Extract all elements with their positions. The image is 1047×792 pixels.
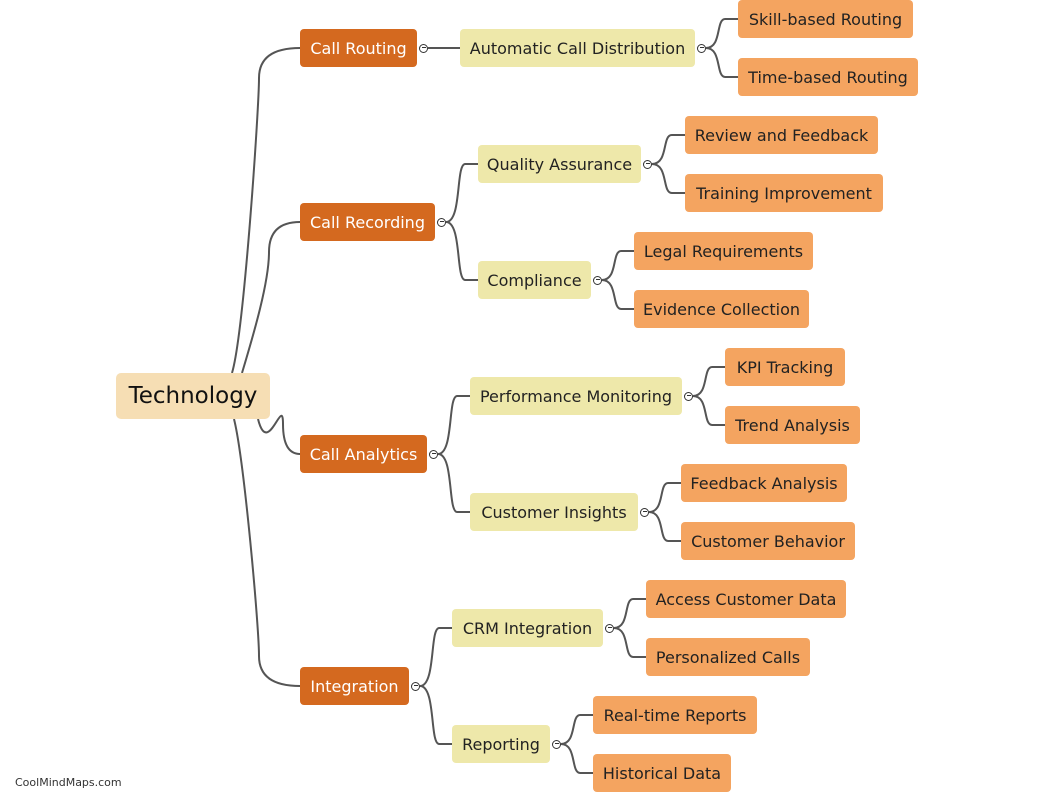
node-integration[interactable]: Integration (300, 667, 409, 705)
node-quality-assurance[interactable]: Quality Assurance (478, 145, 641, 183)
node-label: Trend Analysis (735, 415, 850, 435)
node-label: Time-based Routing (748, 67, 908, 87)
node-label: Reporting (462, 734, 540, 754)
node-historical-data[interactable]: Historical Data (593, 754, 731, 792)
node-label: Call Analytics (309, 444, 418, 464)
node-reporting[interactable]: Reporting (452, 725, 550, 763)
node-access-customer-data[interactable]: Access Customer Data (646, 580, 846, 618)
minus-circle-icon[interactable] (605, 623, 614, 633)
node-trend-analysis[interactable]: Trend Analysis (725, 406, 860, 444)
connector-reporting (419, 685, 452, 745)
node-performance-monitoring[interactable]: Performance Monitoring (470, 377, 682, 415)
connector-call-analytics (257, 414, 301, 455)
minus-circle-icon[interactable] (429, 449, 438, 459)
connector-crm-integration (419, 627, 452, 687)
minus-circle-icon[interactable] (411, 681, 420, 691)
node-automatic-call-distribution[interactable]: Automatic Call Distribution (460, 29, 695, 67)
node-label: Legal Requirements (643, 241, 804, 261)
node-review-and-feedback[interactable]: Review and Feedback (685, 116, 878, 154)
connector-call-recording (241, 221, 301, 374)
node-crm-integration[interactable]: CRM Integration (452, 609, 603, 647)
node-label: Evidence Collection (642, 299, 801, 319)
minus-circle-icon[interactable] (552, 739, 561, 749)
node-training-improvement[interactable]: Training Improvement (685, 174, 883, 212)
node-personalized-calls[interactable]: Personalized Calls (646, 638, 810, 676)
node-label: Real-time Reports (603, 705, 747, 725)
node-skill-based-routing[interactable]: Skill-based Routing (738, 0, 913, 38)
connector-access-customer-data (613, 598, 646, 629)
node-label: Integration (310, 676, 399, 696)
connector-customer-insights (437, 453, 470, 513)
node-label: Personalized Calls (655, 647, 801, 667)
node-label: Technology (128, 383, 258, 409)
minus-circle-icon[interactable] (437, 217, 446, 227)
node-label: CRM Integration (462, 618, 593, 638)
minus-circle-icon[interactable] (697, 43, 706, 53)
node-label: Historical Data (602, 763, 722, 783)
node-legal-requirements[interactable]: Legal Requirements (634, 232, 813, 270)
connector-skill-based-routing (705, 18, 738, 49)
node-label: Review and Feedback (694, 125, 869, 145)
node-technology[interactable]: Technology (116, 373, 270, 419)
node-label: Skill-based Routing (748, 9, 903, 29)
node-compliance[interactable]: Compliance (478, 261, 591, 299)
node-evidence-collection[interactable]: Evidence Collection (634, 290, 809, 328)
connector-integration (233, 418, 301, 687)
minus-circle-icon[interactable] (684, 391, 693, 401)
node-label: Quality Assurance (486, 154, 633, 174)
connector-kpi-tracking (692, 366, 725, 397)
connector-real-time-reports (560, 714, 593, 745)
connector-feedback-analysis (648, 482, 681, 513)
connector-time-based-routing (705, 47, 738, 78)
connector-call-routing (231, 47, 301, 374)
node-label: Call Recording (310, 212, 425, 232)
node-real-time-reports[interactable]: Real-time Reports (593, 696, 757, 734)
connector-review-and-feedback (651, 134, 685, 165)
node-label: Performance Monitoring (479, 386, 673, 406)
node-label: Customer Behavior (691, 531, 845, 551)
node-feedback-analysis[interactable]: Feedback Analysis (681, 464, 847, 502)
node-customer-insights[interactable]: Customer Insights (470, 493, 638, 531)
node-call-analytics[interactable]: Call Analytics (300, 435, 427, 473)
node-label: Automatic Call Distribution (469, 38, 686, 58)
node-label: Call Routing (310, 38, 407, 58)
node-label: Customer Insights (481, 502, 627, 522)
connector-quality-assurance (445, 163, 478, 223)
connector-customer-behavior (648, 511, 681, 542)
connector-trend-analysis (692, 395, 725, 426)
node-call-recording[interactable]: Call Recording (300, 203, 435, 241)
watermark: CoolMindMaps.com (15, 776, 122, 789)
connector-compliance (445, 221, 478, 281)
connector-training-improvement (651, 163, 685, 194)
node-label: Feedback Analysis (690, 473, 838, 493)
minus-circle-icon[interactable] (640, 507, 649, 517)
connector-historical-data (560, 743, 593, 774)
node-customer-behavior[interactable]: Customer Behavior (681, 522, 855, 560)
minus-circle-icon[interactable] (593, 275, 602, 285)
connector-legal-requirements (601, 250, 634, 281)
connector-performance-monitoring (437, 395, 470, 455)
node-label: Training Improvement (696, 183, 872, 203)
node-kpi-tracking[interactable]: KPI Tracking (725, 348, 845, 386)
node-label: Compliance (487, 270, 582, 290)
connector-personalized-calls (613, 627, 646, 658)
node-time-based-routing[interactable]: Time-based Routing (738, 58, 918, 96)
node-label: KPI Tracking (736, 357, 834, 377)
minus-circle-icon[interactable] (643, 159, 652, 169)
minus-circle-icon[interactable] (419, 43, 428, 53)
node-call-routing[interactable]: Call Routing (300, 29, 417, 67)
connector-evidence-collection (601, 279, 634, 310)
node-label: Access Customer Data (655, 589, 837, 609)
